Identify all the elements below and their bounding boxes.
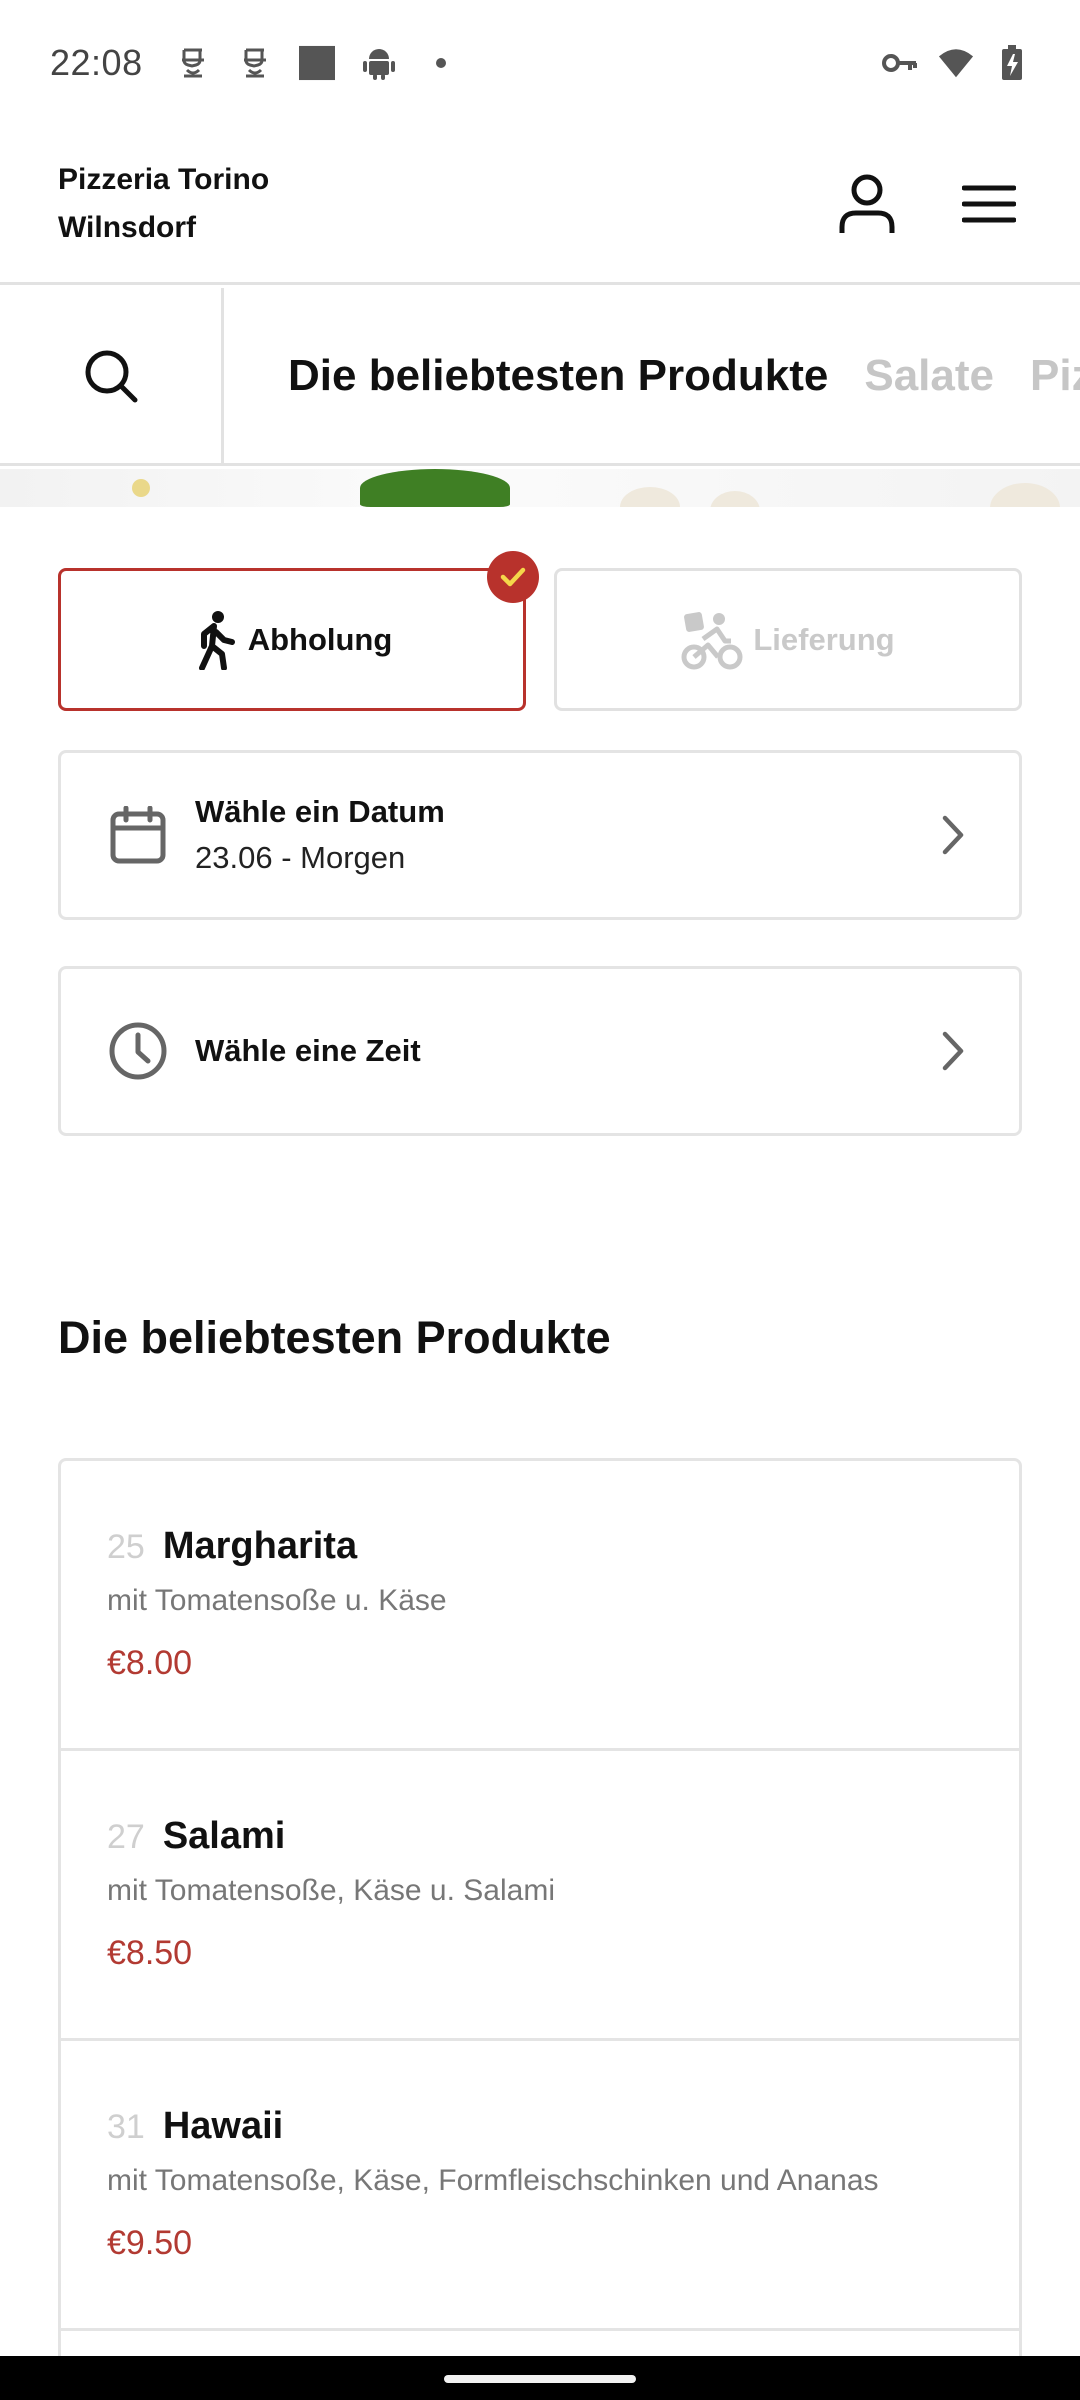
product-description: mit Tomatensoße u. Käse — [107, 1584, 447, 1617]
android-icon — [361, 45, 397, 81]
home-gesture-handle[interactable] — [444, 2375, 636, 2383]
hero-image — [0, 469, 1080, 507]
product-price: €8.50 — [107, 1934, 193, 1972]
search-icon — [85, 350, 137, 402]
tab-salads[interactable]: Salate — [864, 351, 994, 401]
status-system-icons — [882, 44, 1030, 81]
tab-pizza[interactable]: Pizza — [1030, 351, 1080, 401]
delivery-button[interactable]: Lieferung — [554, 568, 1022, 711]
calendar-icon — [107, 804, 169, 866]
face-icon — [175, 45, 211, 81]
hero-cheese-detail — [710, 491, 760, 507]
category-tabs: Die beliebtesten Produkte Salate Pizza — [224, 351, 1080, 401]
product-description: mit Tomatensoße, Käse, Formfleischschink… — [107, 2164, 879, 2197]
time-selector-text: Wähle eine Zeit — [195, 1033, 421, 1069]
delivery-label: Lieferung — [753, 621, 895, 657]
hero-cheese-detail — [620, 487, 680, 507]
product-list: 25 Margharita mit Tomatensoße u. Käse €8… — [58, 1458, 1022, 2358]
account-button[interactable] — [834, 171, 900, 237]
walking-icon — [198, 610, 235, 670]
hero-basil-leaf — [360, 469, 510, 507]
wifi-icon — [938, 45, 974, 81]
product-header: 31 Hawaii — [107, 2105, 973, 2148]
chevron-right-icon — [933, 815, 973, 855]
product-item[interactable]: 31 Hawaii mit Tomatensoße, Käse, Formfle… — [61, 2041, 1019, 2331]
product-description: mit Tomatensoße, Käse u. Salami — [107, 1874, 555, 1907]
status-time: 22:08 — [50, 41, 143, 83]
clock-icon — [107, 1020, 169, 1082]
product-name: Hawaii — [162, 2105, 284, 2147]
hero-cheese-detail — [990, 483, 1060, 507]
time-selector-title: Wähle eine Zeit — [195, 1033, 421, 1068]
header-actions — [834, 171, 1022, 237]
product-item[interactable]: 25 Margharita mit Tomatensoße u. Käse €8… — [61, 1461, 1019, 1751]
product-price: €9.50 — [107, 2224, 193, 2262]
hero-cheese-detail — [132, 479, 150, 497]
app-header: Pizzeria Torino Wilnsdorf — [0, 125, 1080, 285]
pickup-button[interactable]: Abholung — [58, 551, 539, 711]
restaurant-name-line1: Pizzeria Torino — [58, 162, 270, 196]
product-number: 27 — [107, 1818, 145, 1856]
product-item[interactable]: 27 Salami mit Tomatensoße, Käse u. Salam… — [61, 1751, 1019, 2041]
category-nav: Die beliebtesten Produkte Salate Pizza — [0, 288, 1080, 466]
date-selector-text: Wähle ein Datum 23.06 - Morgen — [195, 794, 445, 876]
product-name: Salami — [162, 1815, 286, 1857]
battery-charging-icon — [994, 44, 1030, 81]
bicycle-icon — [681, 611, 743, 669]
selected-check-badge — [487, 551, 539, 603]
time-selector[interactable]: Wähle eine Zeit — [58, 966, 1022, 1136]
status-bar: 22:08 — [0, 0, 1080, 125]
vpn-key-icon — [882, 45, 918, 81]
selected-date: 23.06 - Morgen — [195, 840, 406, 875]
product-name: Margharita — [162, 1525, 358, 1567]
product-header: 27 Salami — [107, 1815, 973, 1858]
product-price: €8.00 — [107, 1644, 193, 1682]
system-navigation-bar — [0, 2356, 1080, 2400]
product-number: 31 — [107, 2108, 145, 2146]
order-mode-selector: Abholung Lieferung — [58, 551, 1022, 711]
square-icon — [298, 45, 335, 81]
date-selector[interactable]: Wähle ein Datum 23.06 - Morgen — [58, 750, 1022, 920]
chevron-right-icon — [933, 1031, 973, 1071]
check-icon — [500, 567, 526, 587]
tab-popular-products[interactable]: Die beliebtesten Produkte — [288, 351, 828, 401]
restaurant-location: Wilnsdorf — [58, 210, 197, 244]
menu-icon — [962, 185, 1016, 222]
search-button[interactable] — [0, 288, 224, 463]
face-icon — [237, 45, 273, 81]
dot-icon — [423, 45, 459, 81]
section-title: Die beliebtesten Produkte — [58, 1312, 611, 1363]
pickup-label: Abholung — [247, 621, 393, 657]
status-notification-icons — [175, 45, 459, 81]
product-number: 25 — [107, 1528, 145, 1566]
user-icon — [839, 174, 895, 233]
product-header: 25 Margharita — [107, 1525, 973, 1568]
menu-button[interactable] — [956, 171, 1022, 237]
restaurant-name[interactable]: Pizzeria Torino Wilnsdorf — [58, 156, 269, 252]
date-selector-title: Wähle ein Datum — [195, 794, 445, 829]
